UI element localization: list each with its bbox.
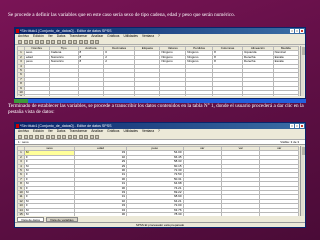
value-labels-icon[interactable] (95, 135, 99, 139)
insert-case-icon[interactable] (67, 135, 72, 139)
table-cell[interactable]: M (23, 212, 76, 216)
table-cell[interactable] (24, 94, 50, 96)
table-cell[interactable]: 30 (74, 212, 128, 216)
value-labels-icon[interactable] (95, 40, 99, 44)
row-number[interactable]: 15 (17, 212, 25, 216)
menu-item[interactable]: Transformar (69, 129, 87, 134)
spss-data-view-window: *Sin título1 [Conjunto_de_datos0] - Edit… (14, 122, 306, 228)
find-icon[interactable] (62, 40, 66, 44)
insert-case-icon[interactable] (67, 40, 72, 44)
menu-item[interactable]: Archivo (18, 34, 29, 39)
table-cell[interactable] (242, 94, 274, 96)
menu-item[interactable]: Analizar (91, 34, 103, 39)
redo-icon[interactable] (45, 40, 50, 44)
table-cell[interactable] (103, 94, 136, 96)
menu-item[interactable]: Ver (48, 34, 53, 39)
cell-reference[interactable]: 1 : sexo (18, 140, 29, 144)
spss-variable-view-window: *Sin título1 [Conjunto_de_datos0] - Edit… (14, 27, 306, 99)
table-cell[interactable] (134, 94, 161, 96)
spss-app-icon (16, 124, 19, 128)
variables-icon[interactable] (56, 135, 61, 139)
row-number[interactable]: 11 (17, 94, 25, 96)
print-icon[interactable] (29, 40, 33, 44)
scrollbar-thumb[interactable] (301, 147, 305, 155)
redo-icon[interactable] (45, 135, 50, 139)
menu-item[interactable]: Gráficos (107, 129, 119, 134)
undo-icon[interactable] (40, 40, 44, 44)
find-icon[interactable] (62, 135, 66, 139)
status-bar: SPSS El procesador está preparado (15, 222, 305, 227)
maximize-icon[interactable] (295, 29, 299, 33)
insert-variable-icon[interactable] (73, 40, 77, 44)
minimize-icon[interactable] (290, 29, 294, 33)
weight-cases-icon[interactable] (84, 40, 88, 44)
variables-icon[interactable] (56, 40, 61, 44)
table-cell[interactable] (212, 94, 244, 96)
close-icon[interactable] (300, 29, 304, 33)
table-cell[interactable] (272, 94, 299, 96)
menu-item[interactable]: Ventana (142, 34, 154, 39)
visible-variables-count: Visible: 3 de 3 (280, 140, 299, 144)
menu-item[interactable]: Utilidades (123, 129, 137, 134)
window-titlebar[interactable]: *Sin título1 [Conjunto_de_datos0] - Edit… (15, 123, 305, 129)
menu-item[interactable]: Utilidades (123, 34, 137, 39)
window-title: *Sin título1 [Conjunto_de_datos0] - Edit… (20, 124, 112, 128)
menu-item[interactable]: Ventana (142, 129, 154, 134)
cell-editor-bar: 1 : sexo Visible: 3 de 3 (15, 140, 305, 145)
table-cell[interactable] (182, 212, 222, 216)
menu-item[interactable]: Datos (57, 129, 66, 134)
window-titlebar[interactable]: *Sin título1 [Conjunto_de_datos0] - Edit… (15, 28, 305, 34)
variable-grid: Nombre Tipo Anchura Decimales Etiqueta Valore… (17, 46, 299, 96)
print-icon[interactable] (29, 135, 33, 139)
close-icon[interactable] (300, 124, 304, 128)
select-cases-icon[interactable] (89, 135, 94, 139)
recall-dialog-icon[interactable] (34, 40, 39, 44)
table-cell[interactable] (220, 212, 261, 216)
instruction-paragraph: Terminado de establecer las variables, s… (8, 103, 304, 116)
menu-item[interactable]: Transformar (69, 34, 87, 39)
recall-dialog-icon[interactable] (34, 135, 39, 139)
menu-item[interactable]: Edición (33, 129, 44, 134)
data-grid: sexo edad peso var var var 1 M 33 54.00 2 F 32 66.45 3… (17, 146, 299, 216)
table-row: 15 M 30 78.30 (17, 212, 299, 216)
open-icon[interactable] (18, 40, 22, 44)
vertical-scrollbar[interactable] (300, 46, 305, 96)
weight-cases-icon[interactable] (84, 135, 88, 139)
table-cell[interactable] (259, 212, 299, 216)
goto-case-icon[interactable] (51, 40, 55, 44)
menu-item[interactable]: Ver (48, 129, 53, 134)
select-cases-icon[interactable] (89, 40, 94, 44)
menu-item[interactable]: Datos (57, 34, 66, 39)
menu-item[interactable]: Analizar (91, 129, 103, 134)
menu-item[interactable]: Archivo (18, 129, 29, 134)
table-cell[interactable] (159, 94, 187, 96)
split-file-icon[interactable] (78, 135, 83, 139)
table-cell[interactable] (48, 94, 79, 96)
menu-item[interactable]: Edición (33, 34, 44, 39)
undo-icon[interactable] (40, 135, 44, 139)
save-icon[interactable] (23, 135, 28, 139)
save-icon[interactable] (23, 40, 28, 44)
vertical-scrollbar[interactable] (300, 146, 305, 216)
maximize-icon[interactable] (295, 124, 299, 128)
open-icon[interactable] (18, 135, 22, 139)
table-cell[interactable] (185, 94, 214, 96)
menu-item[interactable]: ? (158, 34, 160, 39)
window-title: *Sin título1 [Conjunto_de_datos0] - Edit… (20, 29, 112, 33)
spss-app-icon (16, 29, 19, 33)
split-file-icon[interactable] (78, 40, 83, 44)
table-row: 11 (17, 94, 299, 96)
toolbar (15, 39, 305, 45)
goto-case-icon[interactable] (51, 135, 55, 139)
menu-item[interactable]: Gráficos (107, 34, 119, 39)
scrollbar-thumb[interactable] (301, 47, 305, 55)
minimize-icon[interactable] (290, 124, 294, 128)
menu-item[interactable]: ? (158, 129, 160, 134)
table-cell[interactable]: 78.30 (126, 212, 184, 216)
intro-paragraph: Se procede a definir las variables que e… (8, 12, 236, 18)
insert-variable-icon[interactable] (73, 135, 77, 139)
table-cell[interactable] (77, 94, 105, 96)
